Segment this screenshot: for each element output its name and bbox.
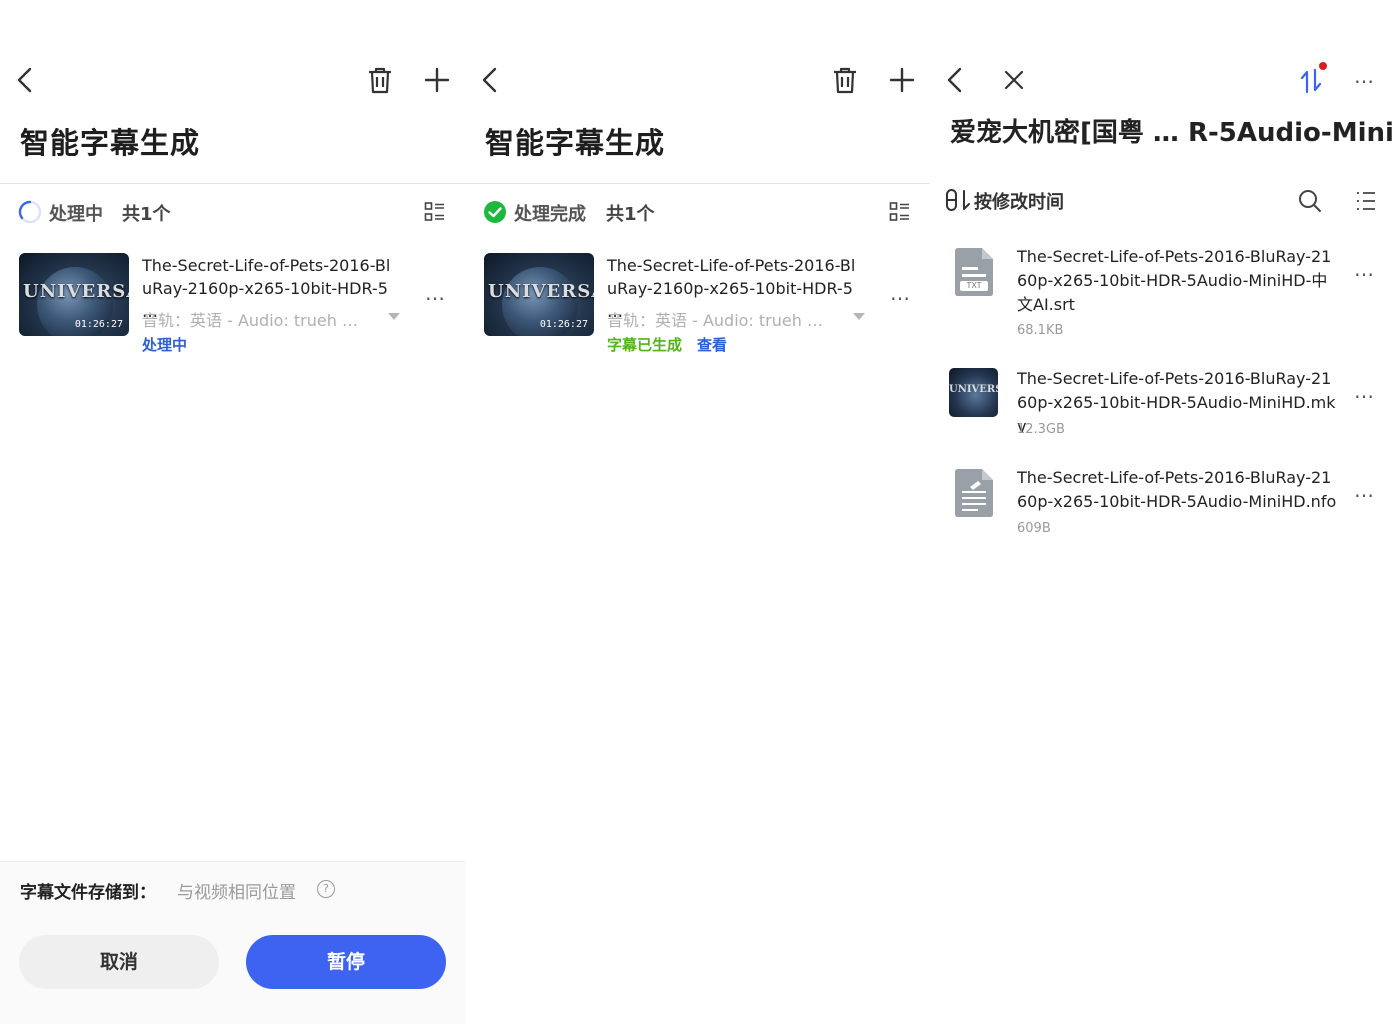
file-name: The-Secret-Life-of-Pets-2016-BluRay-2160…: [1017, 468, 1337, 511]
video-thumbnail: UNIVERSAL 01:26:27: [19, 253, 129, 336]
subtitle-generation-complete-screen: 智能字幕生成 处理完成 共1个 UNIVERSAL 01:26:27 The-S…: [465, 0, 930, 1024]
txt-file-icon: TXT: [952, 247, 996, 297]
header-divider: [465, 183, 930, 184]
processing-status: 处理中: [49, 204, 103, 225]
back-arrow-icon[interactable]: [14, 66, 38, 94]
save-location-value[interactable]: 与视频相同位置: [177, 878, 296, 903]
subtitle-generation-processing-screen: 智能字幕生成 处理中 共1个 UNIVERSAL 01:26:27 The-Se…: [0, 0, 465, 1024]
file-name: The-Secret-Life-of-Pets-2016-BluRay-2160…: [1017, 369, 1336, 436]
file-name: The-Secret-Life-of-Pets-2016-BluRay-2160…: [1017, 247, 1332, 314]
more-options-icon[interactable]: …: [890, 281, 911, 305]
status-row: 处理完成 共1个: [483, 198, 914, 226]
document-file-icon: [952, 468, 996, 518]
video-duration: 01:26:27: [74, 319, 123, 330]
dropdown-arrow-icon[interactable]: [388, 313, 400, 320]
audio-track-select[interactable]: 音轨：英语 - Audio: trueh …: [607, 307, 823, 331]
sort-by-modified-time[interactable]: 按修改时间: [974, 188, 1064, 214]
status-row: 处理中 共1个: [18, 198, 449, 226]
save-location-label: 字幕文件存储到：: [20, 883, 156, 903]
more-options-icon[interactable]: …: [425, 281, 446, 305]
back-arrow-icon[interactable]: [479, 66, 503, 94]
add-icon[interactable]: [424, 67, 450, 93]
pause-button[interactable]: 暂停: [246, 935, 446, 989]
file-size: 609B: [1017, 521, 1051, 536]
list-view-icon[interactable]: [424, 201, 446, 223]
thumbnail-logo: UNIVERSAL: [949, 384, 998, 395]
transfer-icon[interactable]: [1299, 68, 1323, 94]
file-size: 68.1KB: [1017, 323, 1064, 338]
more-options-icon[interactable]: …: [1354, 64, 1375, 88]
video-thumbnail: UNIVERSAL: [949, 368, 998, 417]
check-circle-icon: [483, 200, 507, 224]
trash-icon[interactable]: [832, 66, 858, 94]
dropdown-arrow-icon[interactable]: [853, 313, 865, 320]
more-options-icon[interactable]: …: [1354, 478, 1375, 502]
subtitle-generated-status: 字幕已生成: [607, 336, 683, 354]
view-link[interactable]: 查看: [697, 334, 727, 355]
file-status: 处理中: [142, 336, 188, 354]
audio-track-select[interactable]: 音轨：英语 - Audio: trueh …: [142, 307, 358, 331]
list-view-icon[interactable]: [889, 201, 911, 223]
file-type-badge: TXT: [966, 281, 982, 290]
more-options-icon[interactable]: …: [1354, 379, 1375, 403]
list-view-icon[interactable]: [1355, 190, 1377, 212]
close-icon[interactable]: [1003, 69, 1025, 91]
notification-dot: [1319, 62, 1327, 70]
add-icon[interactable]: [889, 67, 915, 93]
processing-status: 处理完成: [514, 204, 586, 225]
video-duration: 01:26:27: [539, 319, 588, 330]
loading-spinner-icon: [18, 200, 42, 224]
file-count: 共1个: [122, 204, 171, 225]
page-title: 智能字幕生成: [20, 126, 201, 160]
help-icon[interactable]: ?: [317, 880, 335, 898]
search-icon[interactable]: [1298, 189, 1322, 213]
header-divider: [0, 183, 465, 184]
thumbnail-logo: UNIVERSAL: [488, 281, 594, 302]
folder-title: 爱宠大机密[国粤 … R-5Audio-MiniHD: [950, 118, 1395, 148]
back-arrow-icon[interactable]: [944, 66, 968, 94]
file-count: 共1个: [606, 204, 655, 225]
thumbnail-logo: UNIVERSAL: [23, 281, 129, 302]
sort-icon[interactable]: [945, 188, 971, 212]
more-options-icon[interactable]: …: [1354, 257, 1375, 281]
trash-icon[interactable]: [367, 66, 393, 94]
video-thumbnail: UNIVERSAL 01:26:27: [484, 253, 594, 336]
folder-browser-screen: … 爱宠大机密[国粤 … R-5Audio-MiniHD 按修改时间 TXT T…: [930, 0, 1395, 1024]
cancel-button[interactable]: 取消: [19, 935, 219, 989]
page-title: 智能字幕生成: [485, 126, 666, 160]
file-size: 12.3GB: [1017, 422, 1065, 437]
